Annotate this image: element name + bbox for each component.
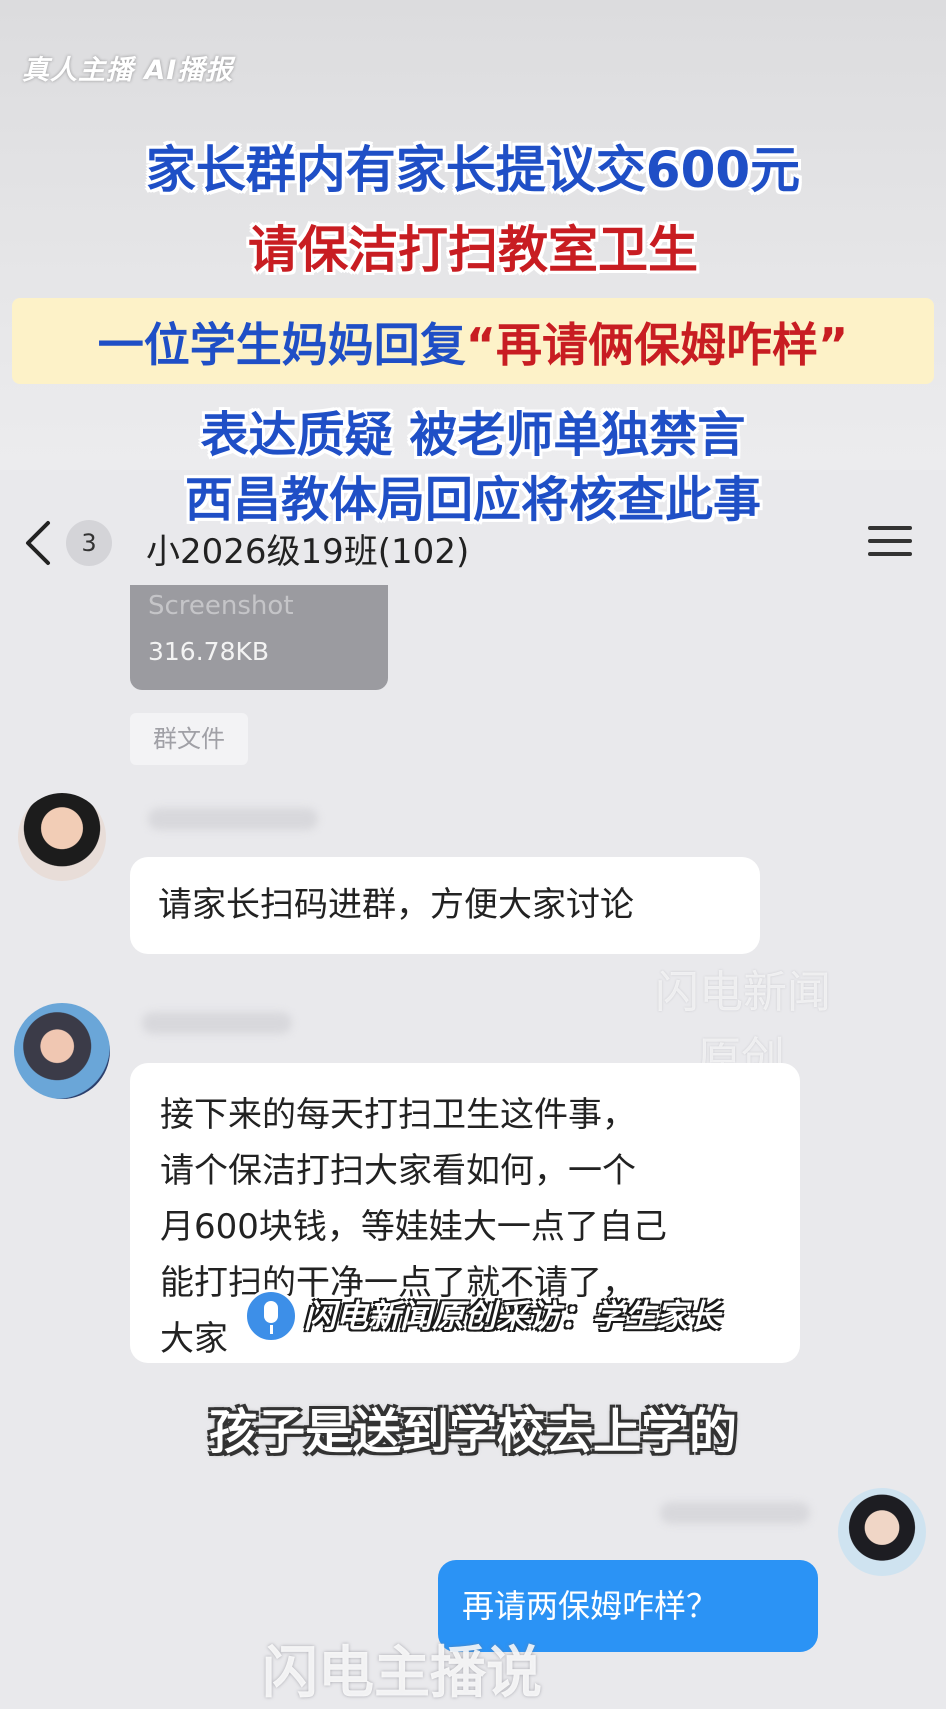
interview-source-text: 闪电新闻原创采访：学生家长 xyxy=(304,1297,721,1335)
sender-avatar[interactable] xyxy=(18,793,106,881)
group-chat-title: 小2026级19班(102) xyxy=(146,532,470,572)
unread-count-badge[interactable]: 3 xyxy=(66,520,112,566)
headline-line-5: 西昌教体局回应将核查此事 xyxy=(184,472,761,528)
headline-line-1: 家长群内有家长提议交600元 xyxy=(145,141,801,199)
message-line: 请个保洁打扫大家看如何，一个 xyxy=(160,1151,636,1191)
headline-line-3-prefix: 一位学生妈妈回复 xyxy=(97,318,466,372)
microphone-icon xyxy=(244,1289,298,1343)
message-bubble[interactable]: 请家长扫码进群，方便大家讨论 xyxy=(130,857,760,954)
news-watermark-line: 闪电新闻 xyxy=(655,967,831,1018)
headline-line-3: 一位学生妈妈回复“再请俩保姆咋样” xyxy=(0,309,946,375)
file-size: 316.78KB xyxy=(148,637,270,666)
headline-line-4: 表达质疑 被老师单独禁言 xyxy=(200,407,746,463)
sender-avatar[interactable] xyxy=(14,1003,110,1099)
self-avatar[interactable] xyxy=(838,1488,926,1576)
sender-name-blurred xyxy=(660,1502,810,1524)
video-subtitle: 孩子是送到学校去上学的 xyxy=(208,1404,737,1460)
watermark-top: 真人主播 AI播报 xyxy=(22,55,234,86)
headline-line-3-quote: “再请俩保姆咋样” xyxy=(465,318,849,372)
menu-icon[interactable] xyxy=(868,526,912,562)
sender-name-blurred xyxy=(142,1012,292,1034)
headline-line-2: 请保洁打扫教室卫生 xyxy=(248,221,698,279)
message-line: 接下来的每天打扫卫生这件事， xyxy=(160,1095,636,1135)
file-name: Screenshot xyxy=(148,591,294,621)
message-line: 月600块钱，等娃娃大一点了自己 xyxy=(160,1207,667,1247)
file-message-card[interactable]: Screenshot 316.78KB xyxy=(130,585,388,690)
sender-name-blurred xyxy=(148,808,318,830)
bottom-watermark: 闪电主播说 xyxy=(262,1641,542,1706)
back-arrow-icon[interactable] xyxy=(18,518,58,568)
file-source-label[interactable]: 群文件 xyxy=(130,713,248,765)
